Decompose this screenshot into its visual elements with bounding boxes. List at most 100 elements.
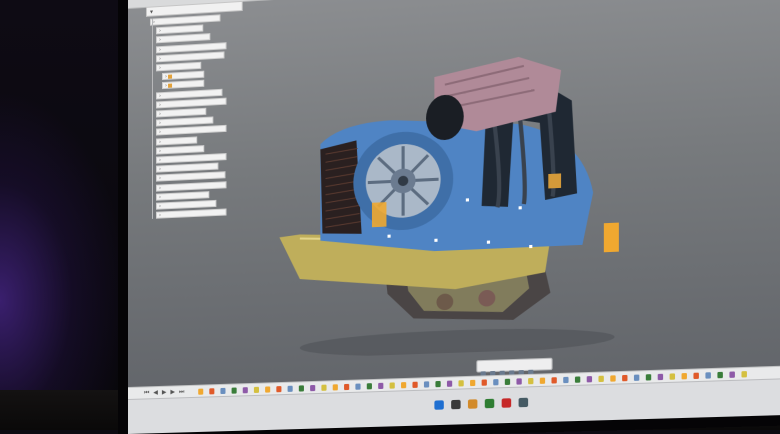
timeline-feature-icon[interactable] [321, 385, 326, 391]
timeline-feature-icon[interactable] [482, 379, 487, 385]
timeline-feature-icon[interactable] [622, 375, 627, 381]
timeline-feature-icon[interactable] [729, 371, 734, 377]
timeline-feature-icon[interactable] [232, 387, 237, 393]
timeline-feature-icon[interactable] [693, 373, 698, 379]
timeline-feature-icon[interactable] [299, 385, 304, 391]
expand-chevron-icon[interactable]: › [165, 83, 167, 89]
expand-chevron-icon[interactable]: › [165, 74, 167, 80]
tree-item[interactable]: › [156, 209, 227, 219]
expand-chevron-icon[interactable]: › [159, 111, 161, 117]
timeline-feature-icon[interactable] [355, 384, 360, 390]
tree-item[interactable]: › [156, 117, 213, 127]
expand-chevron-icon[interactable]: › [159, 167, 161, 173]
timeline-feature-icon[interactable] [634, 375, 639, 381]
timeline-feature-icon[interactable] [646, 374, 651, 380]
app-icon[interactable] [502, 398, 512, 408]
expand-chevron-icon[interactable]: › [159, 65, 161, 71]
expand-chevron-icon[interactable]: › [159, 120, 161, 126]
timeline-feature-icon[interactable] [412, 382, 417, 388]
timeline-feature-icon[interactable] [447, 381, 452, 387]
timeline-feature-icon[interactable] [276, 386, 281, 392]
tree-item[interactable]: › [156, 97, 227, 108]
timeline-feature-icon[interactable] [243, 387, 248, 393]
timeline-feature-icon[interactable] [658, 374, 663, 380]
timeline-feature-icon[interactable] [198, 389, 203, 395]
expand-chevron-icon[interactable]: › [159, 93, 161, 99]
timeline-feature-icon[interactable] [435, 381, 440, 387]
expand-chevron-icon[interactable]: › [159, 37, 161, 43]
tree-item[interactable]: › [156, 125, 227, 136]
expand-chevron-icon[interactable]: › [159, 203, 161, 209]
timeline-feature-icon[interactable] [424, 381, 429, 387]
tree-item[interactable]: › [156, 200, 216, 210]
expand-chevron-icon[interactable]: › [159, 47, 161, 53]
timeline-feature-icon[interactable] [344, 384, 349, 390]
timeline-feature-icon[interactable] [670, 373, 675, 379]
app-icon[interactable] [485, 399, 494, 409]
expand-chevron-icon[interactable]: › [159, 139, 161, 145]
tree-item[interactable]: › [156, 181, 227, 191]
expand-chevron-icon[interactable]: › [159, 176, 161, 182]
timeline-feature-icon[interactable] [209, 388, 214, 394]
expand-chevron-icon[interactable]: › [159, 102, 161, 108]
timeline-playback-controls[interactable]: ⏮ ◀ ▶ ▶ ⏭ [144, 388, 185, 397]
timeline-feature-icon[interactable] [288, 386, 293, 392]
expand-chevron-icon[interactable]: › [159, 157, 161, 163]
expand-chevron-icon[interactable]: › [159, 28, 161, 34]
expand-chevron-icon[interactable]: › [159, 148, 161, 154]
timeline-feature-icon[interactable] [741, 371, 746, 377]
start-icon[interactable] [434, 400, 443, 410]
timeline-feature-icon[interactable] [563, 377, 568, 383]
tree-item[interactable]: › [156, 163, 218, 173]
timeline-feature-icon[interactable] [505, 379, 510, 385]
timeline-feature-icon[interactable] [540, 378, 545, 384]
timeline-feature-icon[interactable] [610, 375, 615, 381]
folder-icon [168, 75, 172, 79]
expand-chevron-icon[interactable]: › [153, 19, 155, 25]
timeline-feature-icon[interactable] [265, 386, 270, 392]
timeline-feature-icon[interactable] [220, 388, 225, 394]
timeline-feature-icon[interactable] [470, 380, 475, 386]
timeline-feature-icon[interactable] [367, 383, 372, 389]
tree-folder-item[interactable]: › [162, 80, 204, 89]
file-explorer-icon[interactable] [468, 399, 477, 409]
tree-item[interactable]: › [156, 191, 209, 201]
timeline-feature-icon[interactable] [598, 376, 603, 382]
timeline-feature-icon[interactable] [333, 384, 338, 390]
folder-icon [168, 84, 172, 88]
timeline-feature-icon[interactable] [575, 376, 580, 382]
timeline-feature-icon[interactable] [528, 378, 533, 384]
timeline-feature-icon[interactable] [682, 373, 687, 379]
expand-chevron-icon[interactable]: › [159, 130, 161, 136]
app-icon[interactable] [519, 398, 529, 408]
navigation-bar[interactable] [476, 358, 552, 373]
timeline-feature-icon[interactable] [401, 382, 406, 388]
timeline-feature-icon[interactable] [516, 378, 521, 384]
timeline-feature-icon[interactable] [717, 372, 722, 378]
timeline-feature-icon[interactable] [390, 382, 395, 388]
timeline-feature-icon[interactable] [310, 385, 315, 391]
expand-chevron-icon[interactable]: › [159, 213, 161, 219]
tree-item[interactable]: › [156, 145, 204, 154]
tree-item[interactable]: › [156, 136, 197, 145]
timeline-feature-icon[interactable] [458, 380, 463, 386]
expand-chevron-icon[interactable]: › [159, 56, 161, 62]
tree-folder-item[interactable]: › [162, 71, 204, 80]
tree-item[interactable]: › [150, 14, 220, 25]
collapse-caret-icon[interactable]: ▾ [150, 7, 153, 16]
expand-chevron-icon[interactable]: › [159, 194, 161, 200]
expand-chevron-icon[interactable]: › [159, 185, 161, 191]
timeline-feature-icon[interactable] [551, 377, 556, 383]
monitor-screen: ▾ › › › › › › › › › › › › › › › › › › › › › › [128, 0, 780, 434]
timeline-feature-icon[interactable] [493, 379, 498, 385]
timeline-feature-icon[interactable] [254, 387, 259, 393]
engine-model[interactable] [279, 35, 625, 358]
tree-item[interactable]: › [156, 25, 203, 35]
tree-item[interactable]: › [156, 51, 224, 62]
tree-item[interactable]: › [156, 108, 206, 118]
timeline-feature-icon[interactable] [705, 372, 710, 378]
timeline-feature-icon[interactable] [587, 376, 592, 382]
tree-item[interactable]: › [156, 62, 201, 72]
timeline-feature-icon[interactable] [378, 383, 383, 389]
search-icon[interactable] [451, 400, 460, 410]
